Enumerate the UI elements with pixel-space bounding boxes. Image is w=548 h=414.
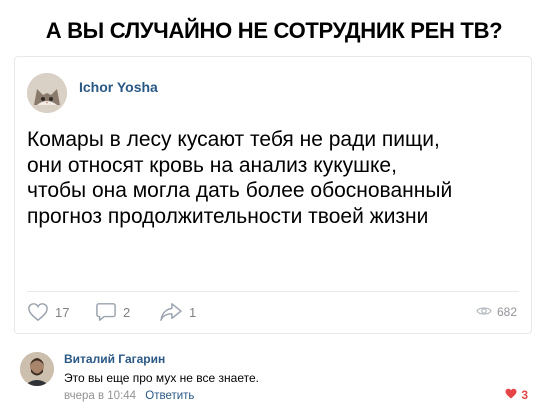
post-card: Ichor Yosha Комары в лесу кусают тебя не… — [14, 56, 532, 334]
eye-icon — [476, 305, 492, 320]
post-divider — [27, 291, 519, 292]
heart-icon — [27, 302, 49, 322]
commenter-avatar[interactable] — [20, 352, 54, 386]
post-author-name[interactable]: Ichor Yosha — [79, 79, 158, 95]
heart-filled-icon — [505, 388, 517, 402]
comment-count: 2 — [123, 304, 131, 320]
comment-meta: вчера в 10:44 Ответить — [64, 390, 194, 402]
comment-icon — [95, 302, 117, 322]
meme-title: А ВЫ СЛУЧАЙНО НЕ СОТРУДНИК РЕН ТВ? — [45, 18, 503, 43]
like-button[interactable]: 17 — [27, 293, 69, 331]
reply-button[interactable]: Ответить — [145, 390, 194, 402]
commenter-name[interactable]: Виталий Гагарин — [64, 352, 165, 366]
share-count: 1 — [189, 304, 197, 320]
like-count: 17 — [55, 304, 70, 320]
share-icon — [159, 302, 183, 322]
share-button[interactable]: 1 — [159, 293, 196, 331]
comment-time[interactable]: вчера в 10:44 — [64, 390, 136, 402]
comment-text: Это вы еще про мух не все знаете. — [64, 371, 259, 385]
comment-button[interactable]: 2 — [95, 293, 130, 331]
author-avatar[interactable] — [27, 73, 67, 113]
comment: Виталий Гагарин Это вы еще про мух не вс… — [14, 348, 534, 408]
views-counter: 682 — [476, 293, 517, 331]
views-count: 682 — [496, 305, 517, 319]
post-actions: 17 2 1 682 — [15, 293, 531, 331]
post-text: Комары в лесу кусают тебя не ради пищи, … — [27, 128, 453, 228]
comment-like-button[interactable]: 3 — [505, 388, 528, 402]
comment-like-count: 3 — [521, 388, 528, 402]
